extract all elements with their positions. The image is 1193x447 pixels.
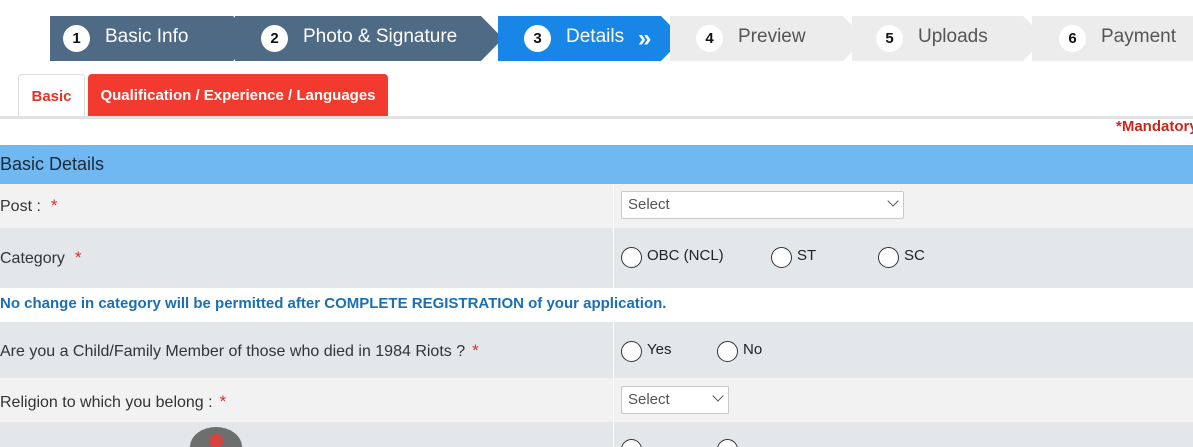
required-marker: * bbox=[472, 341, 479, 360]
category-warning-note: No change in category will be permitted … bbox=[0, 295, 667, 312]
required-marker: * bbox=[219, 392, 227, 411]
step-label: Photo & Signature bbox=[303, 26, 458, 47]
column-divider bbox=[613, 322, 614, 378]
column-divider bbox=[613, 228, 614, 288]
step-uploads[interactable]: 5 Uploads bbox=[852, 16, 1045, 61]
religion-label: Religion to which you belong : bbox=[0, 394, 213, 411]
radio-st[interactable] bbox=[771, 247, 792, 268]
form-row-next bbox=[0, 422, 1193, 447]
step-payment[interactable]: 6 Payment bbox=[1032, 16, 1193, 61]
tab-divider bbox=[0, 116, 1193, 119]
chevron-down-icon bbox=[712, 390, 724, 402]
step-label: Basic Info bbox=[105, 26, 189, 47]
category-label: Category bbox=[0, 250, 65, 267]
religion-select-value: Select bbox=[628, 391, 670, 408]
radio-riots-no[interactable] bbox=[717, 341, 738, 362]
step-number: 3 bbox=[524, 25, 551, 52]
step-details[interactable]: 3 Details » bbox=[498, 16, 683, 61]
form-row-riots: Are you a Child/Family Member of those w… bbox=[0, 322, 1193, 378]
post-select-value: Select bbox=[628, 196, 670, 213]
column-divider bbox=[613, 184, 614, 228]
progress-stepper: 1 Basic Info 2 Photo & Signature 3 Detai… bbox=[50, 16, 1193, 61]
radio-next-no[interactable] bbox=[717, 439, 738, 447]
riots-label: Are you a Child/Family Member of those w… bbox=[0, 343, 466, 360]
step-number: 2 bbox=[261, 25, 288, 52]
required-marker: * bbox=[74, 248, 82, 267]
radio-riots-yes[interactable] bbox=[621, 341, 642, 362]
step-photo-signature[interactable]: 2 Photo & Signature bbox=[235, 16, 503, 61]
step-number: 6 bbox=[1059, 25, 1086, 52]
column-divider bbox=[613, 378, 614, 422]
step-preview[interactable]: 4 Preview bbox=[670, 16, 865, 61]
field-label: Religion to which you belong : * bbox=[0, 392, 226, 412]
radio-next-yes[interactable] bbox=[621, 439, 642, 447]
post-label: Post : bbox=[0, 198, 41, 215]
column-divider bbox=[613, 422, 614, 447]
form-row-post: Post : * Select bbox=[0, 184, 1193, 228]
step-label: Payment bbox=[1101, 26, 1176, 47]
radio-sc[interactable] bbox=[878, 247, 899, 268]
radio-label-sc: SC bbox=[904, 247, 925, 264]
field-label: Post : * bbox=[0, 196, 58, 216]
record-dot-icon bbox=[209, 434, 223, 447]
field-label: Category * bbox=[0, 248, 82, 268]
field-label: Are you a Child/Family Member of those w… bbox=[0, 341, 479, 361]
radio-obc-ncl[interactable] bbox=[621, 247, 642, 268]
step-number: 4 bbox=[696, 25, 723, 52]
radio-label-riots-no: No bbox=[743, 341, 763, 358]
step-label: Uploads bbox=[918, 26, 988, 47]
post-select[interactable]: Select bbox=[621, 191, 904, 219]
form-row-category: Category * OBC (NCL) ST SC bbox=[0, 228, 1193, 288]
chevron-down-icon bbox=[887, 195, 899, 207]
mandatory-note: *Mandatory bbox=[1116, 118, 1193, 135]
radio-label-st: ST bbox=[797, 247, 817, 264]
tab-qualification[interactable]: Qualification / Experience / Languages bbox=[88, 74, 388, 117]
radio-label-riots-yes: Yes bbox=[647, 341, 672, 358]
step-label: Details bbox=[566, 26, 625, 47]
radio-label-obc-ncl: OBC (NCL) bbox=[647, 247, 724, 264]
tab-basic[interactable]: Basic bbox=[18, 74, 85, 117]
religion-select[interactable]: Select bbox=[621, 386, 729, 414]
form-row-religion: Religion to which you belong : * Select bbox=[0, 378, 1193, 422]
step-number: 1 bbox=[63, 25, 90, 52]
step-number: 5 bbox=[876, 25, 903, 52]
section-title: Basic Details bbox=[0, 145, 1193, 184]
step-basic-info[interactable]: 1 Basic Info bbox=[50, 16, 255, 61]
required-marker: * bbox=[50, 196, 58, 215]
step-label: Preview bbox=[738, 26, 806, 47]
double-chevron-icon: » bbox=[638, 25, 645, 52]
